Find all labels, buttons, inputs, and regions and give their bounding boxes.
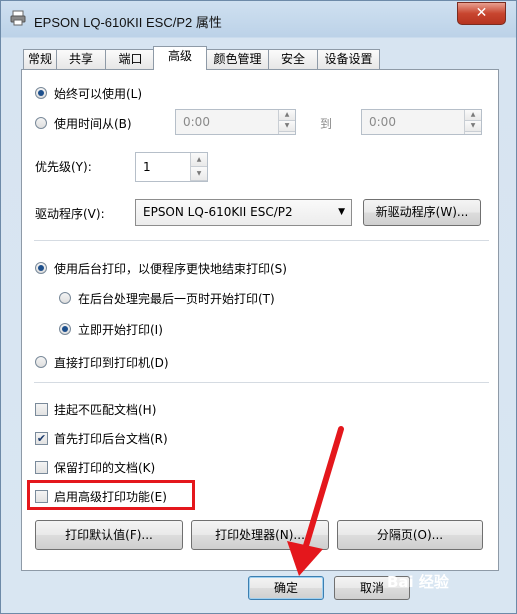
keep-printed-checkbox[interactable] xyxy=(35,461,48,474)
printer-icon xyxy=(10,10,26,26)
to-time-spinner[interactable]: ▲ ▼ xyxy=(464,110,481,134)
keep-printed-label: 保留打印的文档(K) xyxy=(54,461,156,475)
available-from-radio[interactable] xyxy=(35,117,47,129)
priority-value: 1 xyxy=(143,160,151,174)
properties-dialog: EPSON LQ-610KII ESC/P2 属性 ✕ 常规 共享 端口 高级 … xyxy=(0,0,517,614)
spin-up-icon: ▲ xyxy=(465,110,481,121)
spin-down-icon: ▼ xyxy=(465,121,481,132)
arrow-icon xyxy=(287,426,344,576)
window-title: EPSON LQ-610KII ESC/P2 属性 xyxy=(34,15,222,30)
tab-color-management[interactable]: 颜色管理 xyxy=(206,49,269,69)
close-icon: ✕ xyxy=(475,5,488,21)
tab-security[interactable]: 安全 xyxy=(268,49,318,69)
priority-field[interactable]: 1 ▲ ▼ xyxy=(135,152,208,182)
spooled-first-checkbox[interactable]: ✔ xyxy=(35,432,48,445)
chevron-down-icon: ▼ xyxy=(338,207,345,217)
always-available-radio[interactable] xyxy=(35,87,47,99)
priority-spinner[interactable]: ▲ ▼ xyxy=(190,153,207,181)
tab-ports[interactable]: 端口 xyxy=(105,49,156,69)
hold-mismatched-checkbox[interactable] xyxy=(35,403,48,416)
hold-mismatched-label: 挂起不匹配文档(H) xyxy=(54,403,157,417)
tab-sharing[interactable]: 共享 xyxy=(56,49,106,69)
spooled-first-label: 首先打印后台文档(R) xyxy=(54,432,168,446)
spool-label: 使用后台打印，以便程序更快地结束打印(S) xyxy=(54,262,287,276)
new-driver-button[interactable]: 新驱动程序(W)... xyxy=(363,199,481,226)
from-time-value: 0:00 xyxy=(183,115,210,129)
tab-device-settings[interactable]: 设备设置 xyxy=(317,49,380,69)
priority-label: 优先级(Y): xyxy=(35,160,92,174)
after-last-page-label: 在后台处理完最后一页时开始打印(T) xyxy=(78,292,275,306)
driver-select[interactable]: EPSON LQ-610KII ESC/P2 ▼ xyxy=(135,199,352,226)
immediately-radio[interactable] xyxy=(59,323,71,335)
spin-up-icon: ▲ xyxy=(191,153,207,167)
after-last-page-radio[interactable] xyxy=(59,292,71,304)
available-from-label: 使用时间从(B) xyxy=(54,117,132,131)
direct-print-label: 直接打印到打印机(D) xyxy=(54,356,169,370)
to-time-field[interactable]: 0:00 ▲ ▼ xyxy=(361,109,482,135)
from-time-field[interactable]: 0:00 ▲ ▼ xyxy=(175,109,296,135)
spin-down-icon: ▼ xyxy=(191,167,207,181)
title-bar: EPSON LQ-610KII ESC/P2 属性 ✕ xyxy=(1,1,516,37)
divider xyxy=(34,240,489,242)
spin-down-icon: ▼ xyxy=(279,121,295,132)
to-label: 到 xyxy=(320,117,333,131)
checkmark-icon: ✔ xyxy=(36,432,47,445)
driver-label: 驱动程序(V): xyxy=(35,207,105,221)
always-available-label: 始终可以使用(L) xyxy=(54,87,143,101)
to-time-value: 0:00 xyxy=(369,115,396,129)
from-time-spinner[interactable]: ▲ ▼ xyxy=(278,110,295,134)
advanced-panel: 始终可以使用(L) 使用时间从(B) 0:00 ▲ ▼ 到 0:00 ▲ ▼ 优先级… xyxy=(21,69,499,571)
highlight-box xyxy=(27,480,195,510)
print-defaults-button[interactable]: 打印默认值(F)... xyxy=(35,520,183,550)
driver-value: EPSON LQ-610KII ESC/P2 xyxy=(143,205,293,219)
close-button[interactable]: ✕ xyxy=(457,2,506,25)
watermark: Bai 经验 xyxy=(387,573,449,591)
spool-radio[interactable] xyxy=(35,262,47,274)
immediately-label: 立即开始打印(I) xyxy=(78,323,163,337)
divider xyxy=(34,382,489,384)
direct-print-radio[interactable] xyxy=(35,356,47,368)
tab-general[interactable]: 常规 xyxy=(23,49,57,69)
tab-advanced[interactable]: 高级 xyxy=(153,46,207,70)
spin-up-icon: ▲ xyxy=(279,110,295,121)
